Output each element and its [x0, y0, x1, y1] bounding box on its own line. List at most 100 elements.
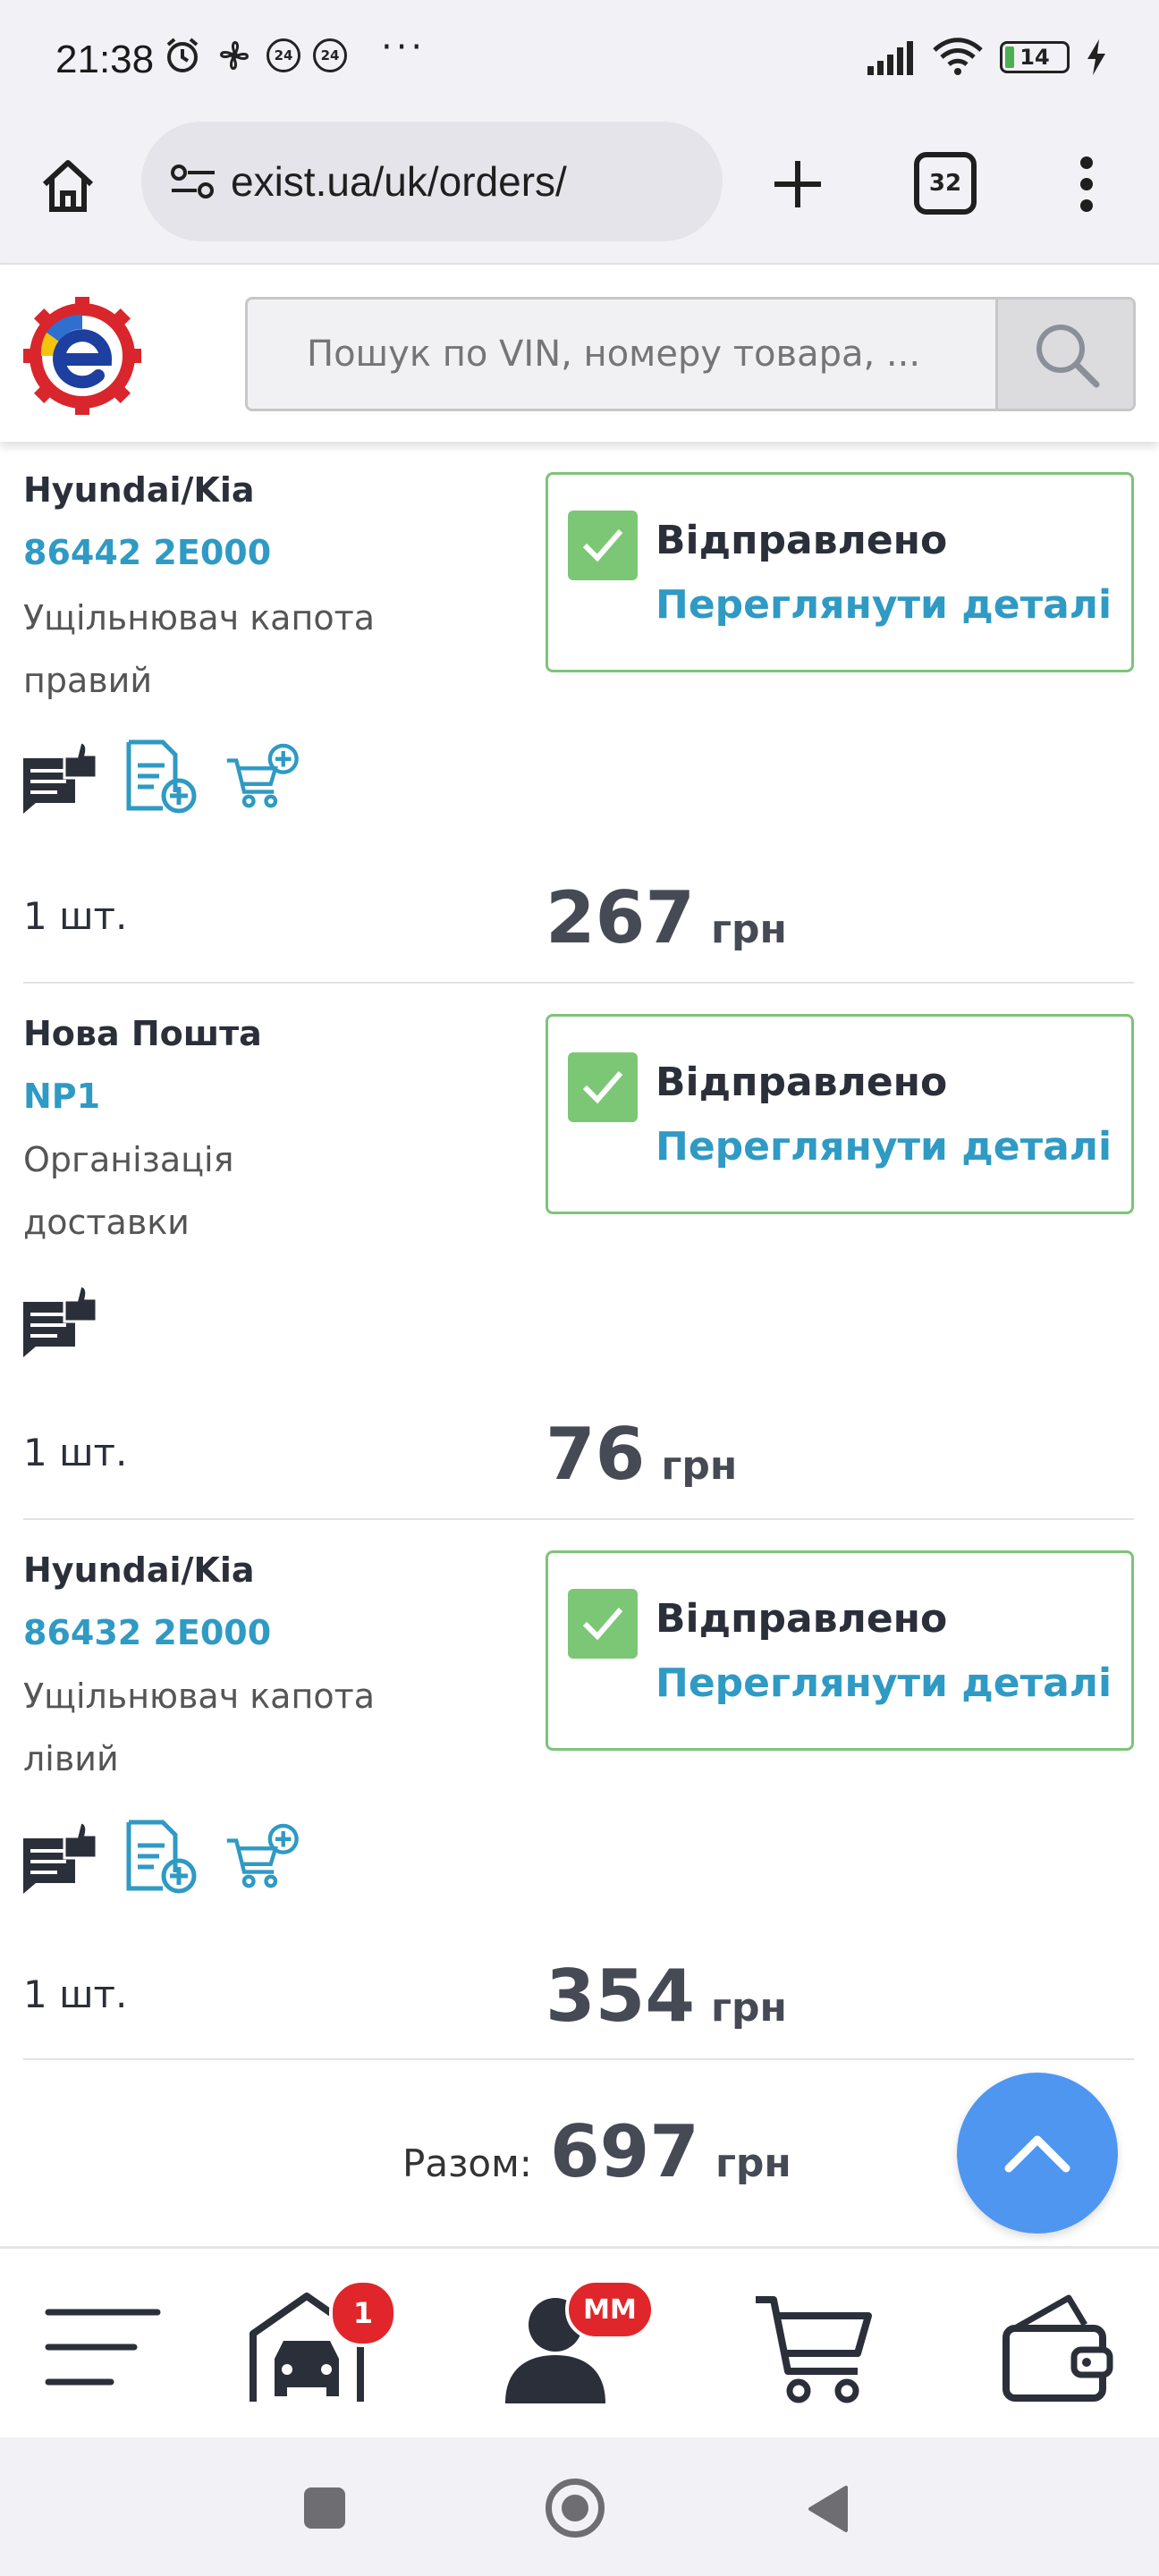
exist-logo[interactable] [20, 293, 145, 418]
url-text: exist.ua/uk/orders/ [231, 158, 567, 205]
back-button[interactable] [805, 2484, 850, 2534]
item-description-line1: Ущільнювач капота [23, 1677, 375, 1716]
status-box: Відправлено Переглянути деталі [546, 1014, 1134, 1214]
add-to-cart-button[interactable] [225, 739, 300, 814]
note-add-icon [126, 739, 197, 814]
browser-toolbar: exist.ua/uk/orders/ 32 [0, 122, 1159, 265]
alarm-icon [166, 38, 199, 72]
status-icons-left: 24 24 ··· [163, 27, 426, 75]
wallet-icon [1002, 2294, 1113, 2402]
view-details-link[interactable]: Переглянути деталі [656, 1124, 1112, 1170]
address-bar[interactable]: exist.ua/uk/orders/ [141, 122, 723, 241]
scroll-to-top-button[interactable] [957, 2073, 1118, 2234]
notification-24-icon: 24 [266, 38, 300, 72]
new-tab-button[interactable] [762, 148, 833, 220]
review-button[interactable] [21, 739, 97, 814]
recents-button[interactable] [304, 2487, 345, 2529]
total-currency: грн [715, 2141, 791, 2186]
cart-add-icon [226, 743, 299, 808]
status-text: Відправлено [656, 1596, 948, 1642]
nav-garage[interactable]: 1 [240, 2279, 397, 2410]
tab-switcher-button[interactable]: 32 [914, 152, 977, 215]
item-price: 76 грн [546, 1413, 737, 1496]
cart-icon [756, 2296, 872, 2403]
item-code-link[interactable]: 86442 2E000 [23, 533, 271, 572]
plus-icon [774, 161, 821, 207]
item-quantity: 1 шт. [23, 894, 128, 938]
check-icon [568, 1589, 638, 1659]
site-settings-icon[interactable] [166, 155, 220, 208]
status-box: Відправлено Переглянути деталі [546, 472, 1134, 672]
search-box [245, 297, 1136, 411]
item-actions [21, 1819, 300, 1894]
charging-icon [1087, 39, 1105, 75]
item-price-value: 76 [546, 1413, 646, 1496]
search-input[interactable] [248, 300, 995, 409]
add-to-notepad-button[interactable] [123, 739, 199, 814]
total-label: Разом: [402, 2141, 532, 2185]
garage-badge: 1 [329, 2279, 397, 2347]
review-button[interactable] [21, 1282, 97, 1357]
fan-icon [220, 41, 249, 70]
review-button[interactable] [21, 1819, 97, 1894]
item-price-currency: грн [711, 907, 787, 952]
nav-cart[interactable] [748, 2285, 882, 2410]
item-brand: Hyundai/Kia [23, 470, 255, 510]
nav-profile[interactable]: MM [497, 2279, 655, 2410]
review-thumb-icon [23, 1284, 97, 1357]
item-description-line1: Організація [23, 1140, 234, 1179]
item-brand: Hyundai/Kia [23, 1550, 255, 1590]
item-price-value: 354 [546, 1955, 695, 2038]
nav-menu[interactable] [36, 2285, 170, 2410]
system-navigation-bar [0, 2437, 1159, 2576]
status-time: 21:38 [55, 38, 155, 81]
status-icons-right: 14 [866, 38, 1107, 77]
item-description-line2: правий [23, 661, 153, 700]
site-header [0, 266, 1159, 442]
item-quantity: 1 шт. [23, 1431, 128, 1474]
more-vert-icon [1080, 156, 1093, 212]
search-button[interactable] [995, 300, 1133, 409]
browser-menu-button[interactable] [1064, 148, 1109, 220]
add-to-notepad-button[interactable] [123, 1819, 199, 1894]
item-description: Організація доставки [23, 1128, 399, 1254]
search-icon [1036, 325, 1099, 388]
add-to-cart-button[interactable] [225, 1819, 300, 1894]
system-home-button[interactable] [546, 2479, 605, 2538]
item-price-value: 267 [546, 876, 695, 959]
menu-icon [45, 2309, 161, 2386]
status-box: Відправлено Переглянути деталі [546, 1550, 1134, 1751]
more-notifications-icon: ··· [381, 27, 427, 68]
review-thumb-icon [23, 740, 97, 814]
item-actions [21, 1282, 97, 1357]
chevron-up-icon [1004, 2135, 1070, 2173]
item-description-line1: Ущільнювач капота [23, 598, 375, 638]
notification-24-icon-2: 24 [313, 38, 347, 72]
item-code-link[interactable]: NP1 [23, 1077, 100, 1116]
item-description-line2: лівий [23, 1739, 119, 1778]
item-price: 354 грн [546, 1955, 787, 2038]
home-icon [42, 160, 94, 212]
check-icon [568, 1052, 638, 1122]
logo-icon [23, 297, 141, 415]
item-description: Ущільнювач капота правий [23, 587, 399, 712]
view-details-link[interactable]: Переглянути деталі [656, 582, 1112, 628]
item-price: 267 грн [546, 876, 787, 959]
review-thumb-icon [23, 1820, 97, 1894]
profile-badge: MM [565, 2279, 655, 2340]
status-bar: 21:38 24 24 ··· 14 [0, 0, 1159, 122]
item-code-link[interactable]: 86432 2E000 [23, 1613, 271, 1652]
item-price-currency: грн [711, 1985, 787, 2031]
order-total: Разом: 697 грн [402, 2110, 791, 2193]
item-divider [23, 982, 1134, 984]
home-button[interactable] [32, 150, 104, 222]
item-description-line2: доставки [23, 1203, 190, 1242]
view-details-link[interactable]: Переглянути деталі [656, 1660, 1112, 1706]
check-icon [568, 511, 638, 580]
status-text: Відправлено [656, 1060, 948, 1105]
item-price-currency: грн [661, 1443, 738, 1489]
nav-wallet[interactable] [993, 2285, 1127, 2410]
status-text: Відправлено [656, 518, 948, 563]
wifi-icon [933, 38, 983, 75]
item-divider [23, 2058, 1134, 2060]
